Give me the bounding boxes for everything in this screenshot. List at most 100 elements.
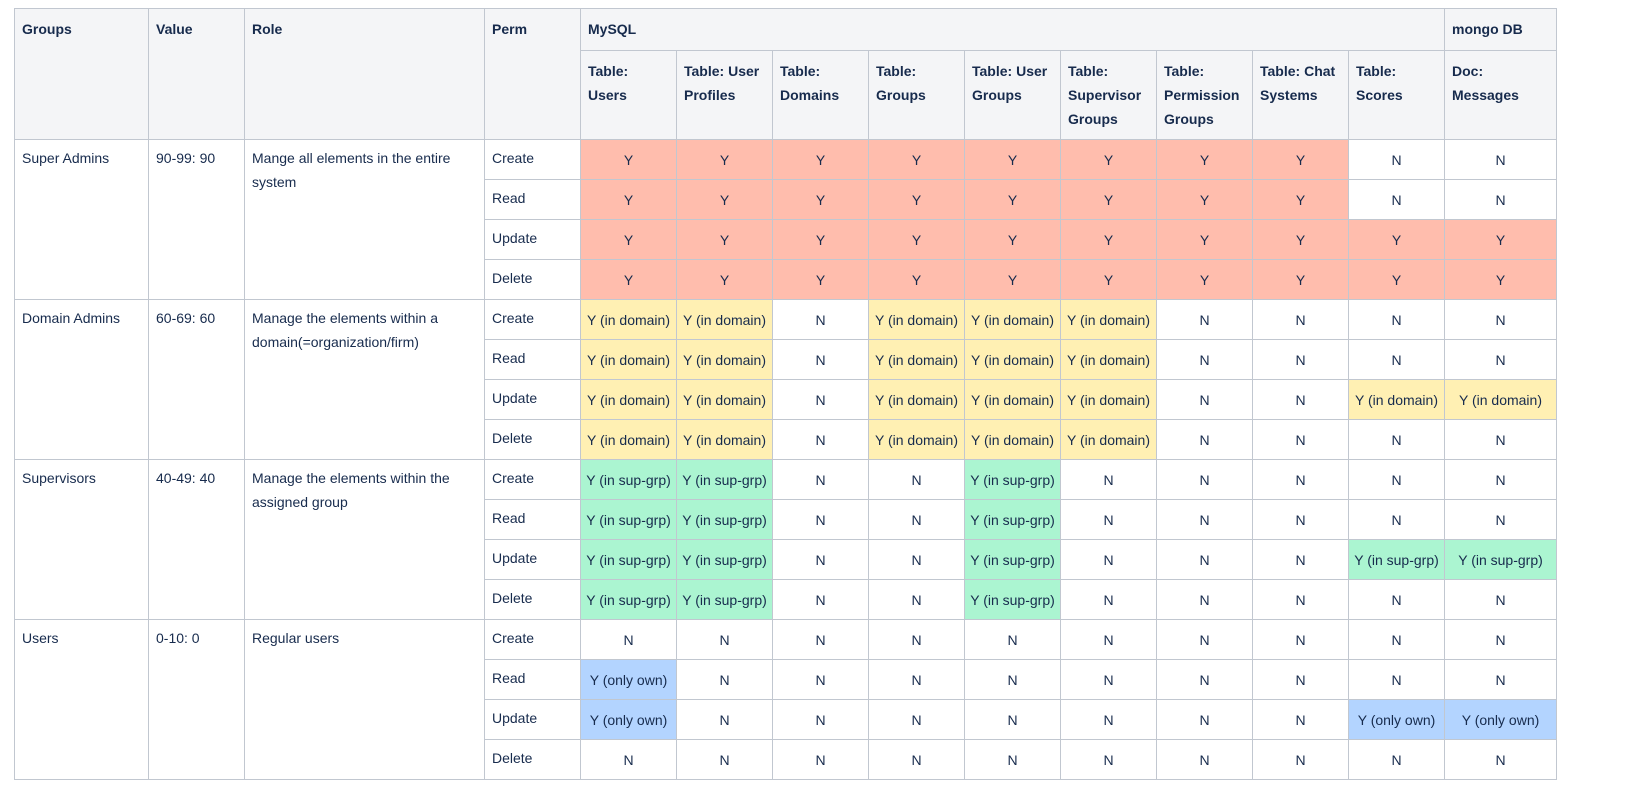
permission-cell: N xyxy=(1156,339,1253,380)
permission-cell: Y xyxy=(1252,259,1349,300)
group-value: 90-99: 90 xyxy=(148,139,245,300)
group-value: 40-49: 40 xyxy=(148,459,245,620)
header-value: Value xyxy=(148,8,245,140)
table-row: Domain Admins 60-69: 60 Manage the element… xyxy=(14,299,1557,460)
header-table-name: Table: User Groups xyxy=(964,50,1061,140)
permission-cell: N xyxy=(1156,739,1253,780)
permission-cell: N xyxy=(1444,139,1557,180)
permissions-table: Groups Value Role Perm MySQL mongo DB Ta… xyxy=(14,8,1557,780)
perm-label: Create xyxy=(484,139,581,180)
permission-cell: Y (in sup-grp) xyxy=(1348,539,1445,580)
permission-cell: N xyxy=(1156,379,1253,420)
permission-cell: Y (in domain) xyxy=(1060,339,1157,380)
permission-cell: N xyxy=(1444,499,1557,540)
group-role: Manage the elements within a domain(=org… xyxy=(244,299,485,460)
permission-cell: N xyxy=(772,739,869,780)
permission-cell: Y xyxy=(1156,219,1253,260)
permission-cell: N xyxy=(1252,619,1349,660)
permission-cell: N xyxy=(1156,459,1253,500)
group-role: Manage the elements within the assigned … xyxy=(244,459,485,620)
permission-cell: N xyxy=(1252,379,1349,420)
permission-cell: Y xyxy=(868,179,965,220)
permission-cell: N xyxy=(868,659,965,700)
table-header: Groups Value Role Perm MySQL mongo DB Ta… xyxy=(14,8,1557,140)
permission-cell: Y (in domain) xyxy=(868,339,965,380)
permission-cell: N xyxy=(1156,499,1253,540)
permission-cell: Y xyxy=(580,139,677,180)
permission-cell: Y xyxy=(676,179,773,220)
permission-cell: N xyxy=(1444,659,1557,700)
permission-cell: Y (in sup-grp) xyxy=(580,539,677,580)
permission-cell: Y xyxy=(772,219,869,260)
permission-cell: Y (in sup-grp) xyxy=(580,579,677,620)
permission-cell: Y xyxy=(868,139,965,180)
header-table-name: Doc: Messages xyxy=(1444,50,1557,140)
permission-cell: Y (in domain) xyxy=(580,379,677,420)
permission-cell: Y xyxy=(1060,179,1157,220)
permission-cell: Y (in domain) xyxy=(964,299,1061,340)
permission-cell: N xyxy=(1348,499,1445,540)
permission-cell: Y (in domain) xyxy=(1444,379,1557,420)
permission-cell: Y (in sup-grp) xyxy=(964,499,1061,540)
permission-cell: N xyxy=(676,699,773,740)
permission-cell: N xyxy=(1252,339,1349,380)
group-name: Supervisors xyxy=(14,459,149,620)
perm-label: Update xyxy=(484,219,581,260)
permission-cell: Y (in sup-grp) xyxy=(676,459,773,500)
permission-cell: N xyxy=(676,739,773,780)
permission-cell: Y (in domain) xyxy=(676,379,773,420)
permission-cell: N xyxy=(1060,659,1157,700)
permission-cell: N xyxy=(1060,619,1157,660)
permission-cell: N xyxy=(1156,299,1253,340)
permission-cell: N xyxy=(1348,339,1445,380)
header-groups: Groups xyxy=(14,8,149,140)
permission-cell: N xyxy=(1444,739,1557,780)
permission-cell: Y xyxy=(1252,139,1349,180)
permission-cell: N xyxy=(1156,539,1253,580)
permission-cell: N xyxy=(676,659,773,700)
permission-cell: N xyxy=(1348,659,1445,700)
permission-cell: N xyxy=(1252,699,1349,740)
permission-cell: N xyxy=(1252,579,1349,620)
permission-cell: N xyxy=(868,699,965,740)
permission-cell: Y (in domain) xyxy=(964,339,1061,380)
permission-cell: Y xyxy=(1444,259,1557,300)
permission-cell: Y xyxy=(1060,139,1157,180)
header-table-name: Table: Supervisor Groups xyxy=(1060,50,1157,140)
permission-cell: Y xyxy=(964,139,1061,180)
permission-cell: N xyxy=(868,539,965,580)
permission-cell: Y (in domain) xyxy=(964,379,1061,420)
permission-cell: N xyxy=(868,739,965,780)
permission-cell: N xyxy=(1156,619,1253,660)
group-name: Domain Admins xyxy=(14,299,149,460)
permission-cell: N xyxy=(1252,459,1349,500)
permission-cell: N xyxy=(1348,619,1445,660)
permission-cell: Y xyxy=(580,219,677,260)
permission-cell: Y xyxy=(1348,259,1445,300)
permission-cell: N xyxy=(1156,659,1253,700)
permission-cell: N xyxy=(1444,459,1557,500)
header-mongodb: mongo DB xyxy=(1444,8,1557,51)
permission-cell: N xyxy=(1060,499,1157,540)
permission-cell: Y xyxy=(964,179,1061,220)
permission-cell: Y (in domain) xyxy=(868,379,965,420)
group-role: Mange all elements in the entire system xyxy=(244,139,485,300)
permission-cell: N xyxy=(1348,579,1445,620)
table-row: Super Admins 90-99: 90 Mange all elements … xyxy=(14,139,1557,300)
perm-label: Delete xyxy=(484,739,581,780)
permission-cell: N xyxy=(772,379,869,420)
permission-cell: N xyxy=(1156,419,1253,460)
permission-cell: Y xyxy=(1348,219,1445,260)
header-perm: Perm xyxy=(484,8,581,140)
perm-label: Create xyxy=(484,299,581,340)
header-spacer xyxy=(1348,8,1445,51)
permission-cell: N xyxy=(1444,619,1557,660)
permission-cell: N xyxy=(1060,699,1157,740)
permission-cell: Y (in domain) xyxy=(868,299,965,340)
permission-cell: N xyxy=(1060,579,1157,620)
perm-label: Read xyxy=(484,339,581,380)
permission-cell: N xyxy=(868,619,965,660)
group-name: Super Admins xyxy=(14,139,149,300)
permission-cell: Y (in sup-grp) xyxy=(964,539,1061,580)
permission-cell: Y xyxy=(1156,259,1253,300)
